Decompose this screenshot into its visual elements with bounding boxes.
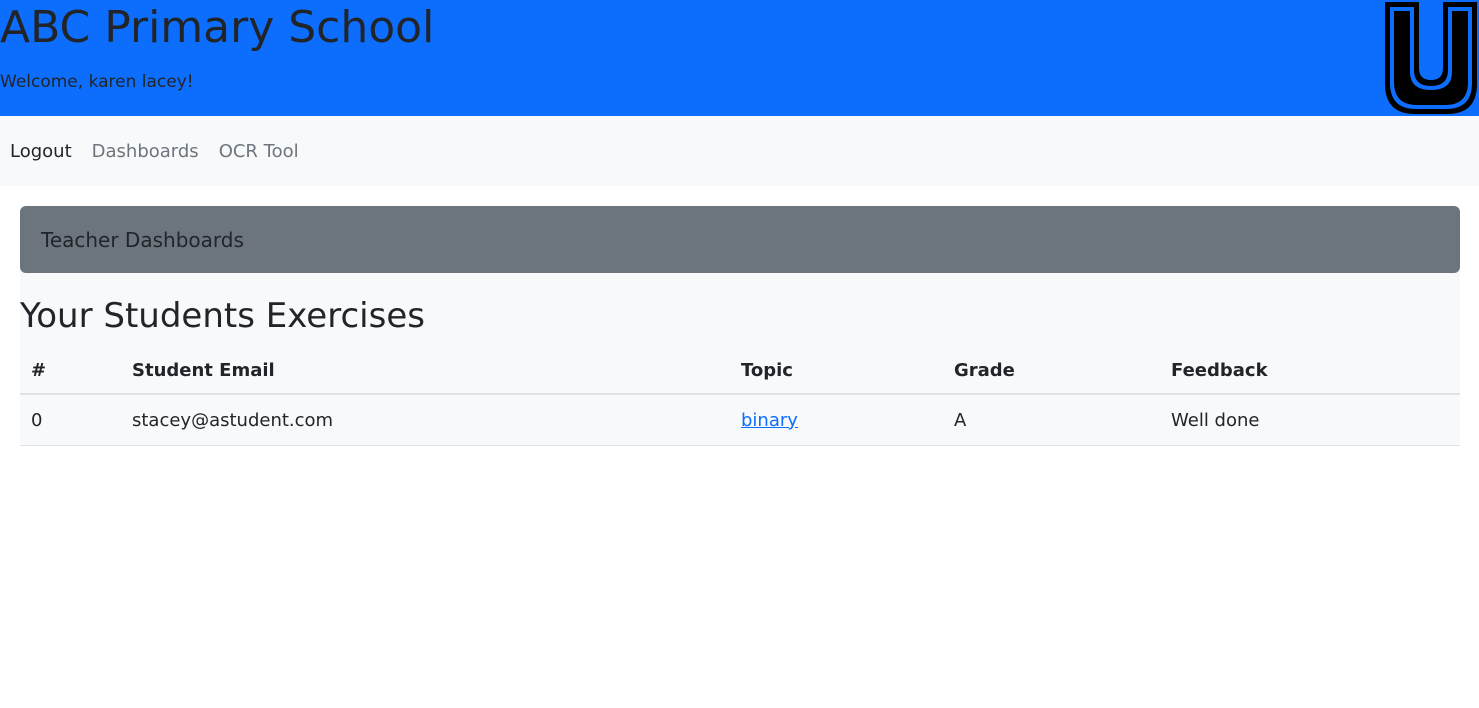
nav-ocr-tool-link[interactable]: OCR Tool	[219, 141, 299, 162]
cell-number: 0	[20, 394, 121, 446]
site-title: ABC Primary School	[0, 2, 435, 53]
column-header-grade: Grade	[943, 347, 1160, 395]
cell-grade: A	[943, 394, 1160, 446]
column-header-student-email: Student Email	[121, 347, 730, 395]
banner-title: Teacher Dashboards	[41, 227, 244, 252]
nav-dashboards-link[interactable]: Dashboards	[92, 141, 199, 162]
table-header-row: # Student Email Topic Grade Feedback	[20, 347, 1460, 395]
column-header-number: #	[20, 347, 121, 395]
teacher-dashboards-banner: Teacher Dashboards	[20, 206, 1460, 273]
topic-link[interactable]: binary	[741, 410, 798, 431]
section-title: Your Students Exercises	[20, 296, 425, 336]
cell-student-email: stacey@astudent.com	[121, 394, 730, 446]
main-navbar: Logout Dashboards OCR Tool	[0, 116, 1479, 186]
exercises-table: # Student Email Topic Grade Feedback 0 s…	[20, 347, 1460, 446]
cell-feedback: Well done	[1160, 394, 1460, 446]
table-row: 0 stacey@astudent.com binary A Well done	[20, 394, 1460, 446]
column-header-topic: Topic	[730, 347, 943, 395]
cell-topic: binary	[730, 394, 943, 446]
nav-logout-link[interactable]: Logout	[10, 141, 72, 162]
welcome-message: Welcome, karen lacey!	[0, 72, 194, 92]
column-header-feedback: Feedback	[1160, 347, 1460, 395]
site-header: ABC Primary School Welcome, karen lacey!	[0, 0, 1479, 116]
dashboard-panel: Teacher Dashboards Your Students Exercis…	[20, 206, 1460, 446]
letter-u-logo-icon	[1385, 2, 1477, 114]
